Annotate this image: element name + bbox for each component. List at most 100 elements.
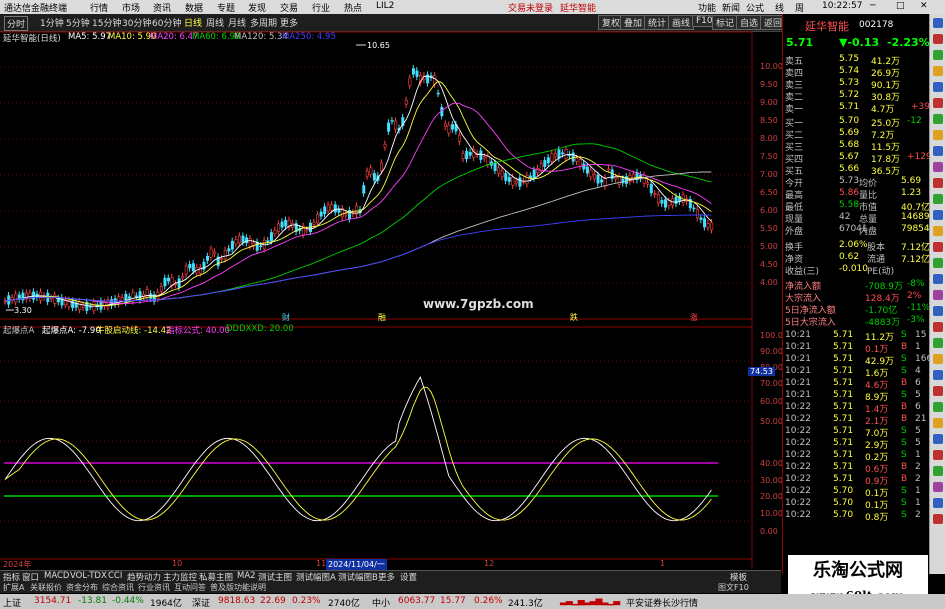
toolbar-icon[interactable]: [933, 498, 943, 508]
menu-item-shichang[interactable]: 市场: [122, 1, 140, 14]
sub-tab-ext-a[interactable]: 扩展A: [3, 582, 24, 593]
toolbar-icon[interactable]: [933, 194, 943, 204]
tick-row[interactable]: 10:21 5.71 11.2万 S 15: [783, 330, 929, 343]
toolbar-icon[interactable]: [933, 386, 943, 396]
period-multi[interactable]: 多周期: [250, 16, 277, 29]
tab-diejia[interactable]: 叠加: [620, 15, 647, 30]
tick-row[interactable]: 10:22 5.71 0.2万 S 1: [783, 450, 929, 463]
toolbar-icon[interactable]: [933, 34, 943, 44]
event-marker-zhang[interactable]: 涨: [690, 312, 698, 323]
toolbar-icon[interactable]: [933, 274, 943, 284]
toolbar-icon[interactable]: [933, 146, 943, 156]
kline-chart-area[interactable]: 延华智能(日线) MA5: 5.97 MA10: 5.90 MA20: 6.47…: [0, 31, 783, 570]
menu-item-zhuanti[interactable]: 专题: [217, 1, 235, 14]
event-marker-die[interactable]: 跌: [570, 312, 578, 323]
tick-row[interactable]: 10:22 5.71 0.6万 B 2: [783, 462, 929, 475]
login-notice[interactable]: 交易未登录: [508, 1, 553, 14]
toolbar-icon[interactable]: [933, 514, 943, 524]
toolbar-icon[interactable]: [933, 114, 943, 124]
control-xinwen[interactable]: 新闻: [722, 1, 740, 14]
event-marker-rong[interactable]: 融: [378, 312, 386, 323]
period-week[interactable]: 周线: [206, 16, 224, 29]
toolbar-icon[interactable]: [933, 306, 943, 316]
period-15min[interactable]: 15分钟: [92, 16, 121, 29]
menu-item-faxian[interactable]: 发现: [248, 1, 266, 14]
toolbar-icon[interactable]: [933, 162, 943, 172]
sub-tab-industry[interactable]: 行业资讯: [138, 582, 170, 593]
tick-row[interactable]: 10:22 5.71 2.1万 B 21: [783, 414, 929, 427]
sub-tab-related[interactable]: 关联报价: [30, 582, 62, 593]
toolbar-icon[interactable]: [933, 50, 943, 60]
control-gongneng[interactable]: 功能: [698, 1, 716, 14]
toolbar-icon[interactable]: [933, 354, 943, 364]
tab-cci[interactable]: CCI: [108, 571, 122, 581]
toolbar-icon[interactable]: [933, 258, 943, 268]
toolbar-icon[interactable]: [933, 338, 943, 348]
toolbar-icon[interactable]: [933, 322, 943, 332]
tick-row[interactable]: 10:22 5.70 0.8万 S 2: [783, 510, 929, 523]
toolbar-icon[interactable]: [933, 466, 943, 476]
menu-item-hangye[interactable]: 行业: [312, 1, 330, 14]
toolbar-icon[interactable]: [933, 418, 943, 428]
menu-item-shuju[interactable]: 数据: [185, 1, 203, 14]
toolbar-icon[interactable]: [933, 290, 943, 300]
period-day[interactable]: 日线: [184, 16, 202, 29]
tick-row[interactable]: 10:21 5.71 0.1万 B 1: [783, 342, 929, 355]
index-zx-label[interactable]: 中小: [372, 596, 390, 609]
control-gongshi[interactable]: 公式: [746, 1, 764, 14]
period-month[interactable]: 月线: [228, 16, 246, 29]
event-marker-cai[interactable]: 财: [282, 312, 290, 323]
period-60min[interactable]: 60分钟: [152, 16, 181, 29]
tab-vol-tdx[interactable]: VOL-TDX: [70, 571, 107, 581]
close-icon[interactable]: ✕: [920, 1, 928, 11]
tab-ma2[interactable]: MA2: [237, 571, 256, 581]
period-fenshi[interactable]: 分时: [4, 16, 29, 31]
toolbar-icon[interactable]: [933, 402, 943, 412]
tick-row[interactable]: 10:21 5.71 42.9万 S 166: [783, 354, 932, 367]
toolbar-icon[interactable]: [933, 242, 943, 252]
menu-item-zixun[interactable]: 资讯: [153, 1, 171, 14]
menu-item-hangqing[interactable]: 行情: [90, 1, 108, 14]
toolbar-icon[interactable]: [933, 450, 943, 460]
toolbar-icon[interactable]: [933, 482, 943, 492]
tab-macd[interactable]: MACD: [44, 571, 69, 581]
tick-row[interactable]: 10:22 5.71 0.9万 B 2: [783, 474, 929, 487]
sub-tab-news[interactable]: 综合资讯: [102, 582, 134, 593]
tab-biaoji[interactable]: 标记: [712, 15, 739, 30]
tab-huaxian[interactable]: 画线: [668, 15, 695, 30]
index-sz-label[interactable]: 深证: [192, 596, 210, 609]
toolbar-icon[interactable]: [933, 370, 943, 380]
tick-row[interactable]: 10:22 5.71 2.9万 S 5: [783, 438, 929, 451]
control-zhou[interactable]: 周: [795, 1, 804, 14]
sub-tab-f10[interactable]: 图文F10: [718, 582, 749, 593]
menu-item-redian[interactable]: 热点: [344, 1, 362, 14]
period-5min[interactable]: 5分钟: [66, 16, 90, 29]
toolbar-icon[interactable]: [933, 66, 943, 76]
period-more[interactable]: 更多: [280, 16, 298, 29]
sub-tab-qa[interactable]: 互动问答: [174, 582, 206, 593]
toolbar-icon[interactable]: [933, 18, 943, 28]
tick-row[interactable]: 10:22 5.70 0.1万 S 1: [783, 486, 929, 499]
tick-row[interactable]: 10:22 5.70 0.1万 S 1: [783, 498, 929, 511]
tick-row[interactable]: 10:22 5.71 7.0万 S 5: [783, 426, 929, 439]
indicator-name[interactable]: 起爆点A: [3, 324, 34, 336]
toolbar-icon[interactable]: [933, 210, 943, 220]
tick-row[interactable]: 10:21 5.71 4.6万 B 6: [783, 378, 929, 391]
menu-item-jiaoyi[interactable]: 交易: [280, 1, 298, 14]
menu-item-lil2[interactable]: LIL2: [376, 1, 394, 11]
maximize-icon[interactable]: □: [896, 1, 905, 11]
toolbar-icon[interactable]: [933, 178, 943, 188]
index-sh-label[interactable]: 上证: [3, 596, 21, 609]
period-30min[interactable]: 30分钟: [122, 16, 151, 29]
tick-row[interactable]: 10:22 5.71 1.4万 B 6: [783, 402, 929, 415]
tick-row[interactable]: 10:21 5.71 1.6万 S 4: [783, 366, 929, 379]
sub-tab-funds[interactable]: 资金分布: [66, 582, 98, 593]
toolbar-icon[interactable]: [933, 98, 943, 108]
control-xian[interactable]: 线: [775, 1, 784, 14]
minimize-icon[interactable]: ─: [870, 1, 875, 11]
sub-tab-intro[interactable]: 普及版功能说明: [210, 582, 266, 593]
period-1min[interactable]: 1分钟: [40, 16, 64, 29]
tab-zixuan[interactable]: 自选: [736, 15, 763, 30]
toolbar-icon[interactable]: [933, 130, 943, 140]
toolbar-icon[interactable]: [933, 226, 943, 236]
